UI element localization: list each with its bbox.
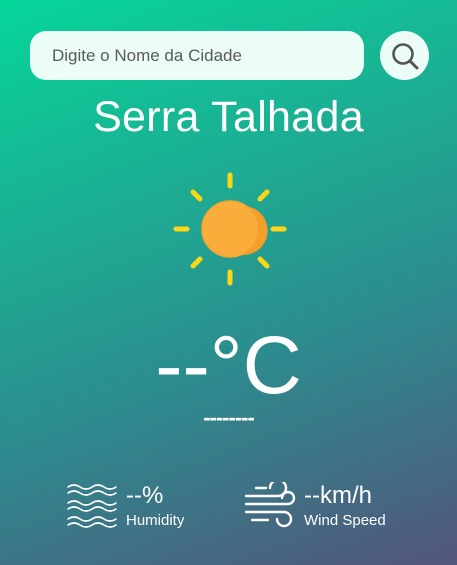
search-input[interactable] bbox=[30, 31, 364, 80]
wind-label: Wind Speed bbox=[304, 512, 386, 529]
wind-value: --km/h bbox=[304, 482, 372, 509]
weather-description: -------- bbox=[203, 405, 255, 430]
weather-card: Serra Talhada --°C -------- bbox=[0, 0, 457, 565]
humidity-detail: --% Humidity bbox=[66, 482, 184, 530]
wind-icon bbox=[244, 482, 296, 528]
search-icon bbox=[391, 42, 418, 69]
sun-icon bbox=[173, 172, 287, 286]
humidity-value: --% bbox=[126, 482, 164, 509]
wind-detail: --km/h Wind Speed bbox=[244, 482, 386, 530]
waves-icon bbox=[67, 484, 117, 528]
search-button[interactable] bbox=[380, 31, 429, 80]
humidity-label: Humidity bbox=[126, 512, 185, 529]
temperature: --°C bbox=[155, 320, 302, 411]
search-bar bbox=[30, 31, 429, 80]
city-name: Serra Talhada bbox=[93, 93, 364, 141]
